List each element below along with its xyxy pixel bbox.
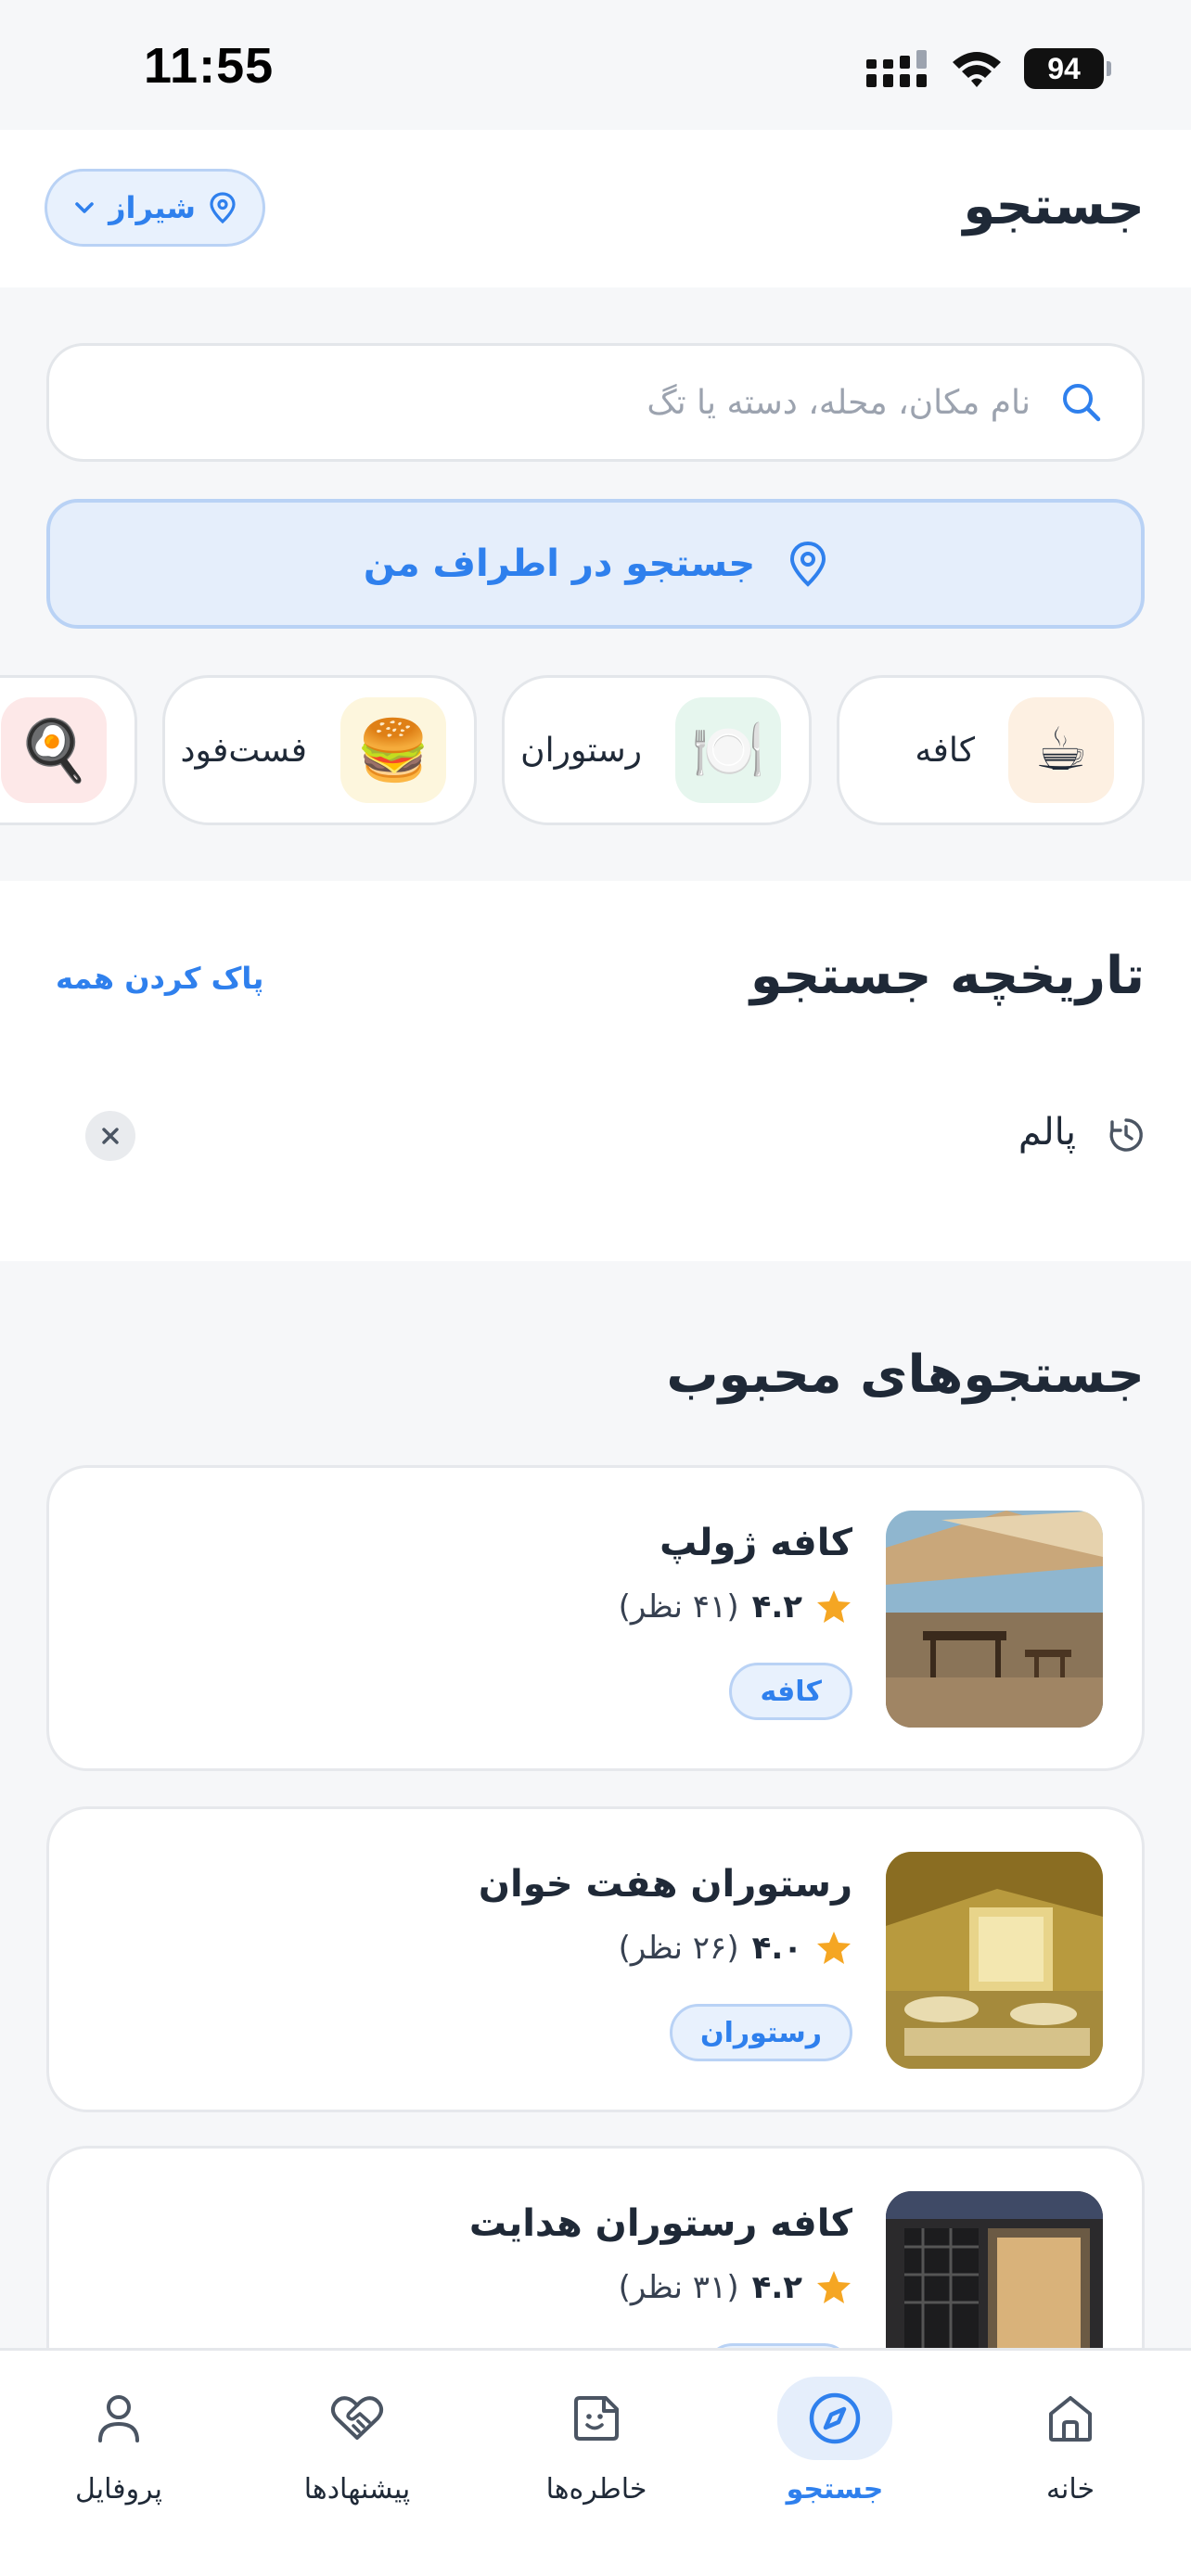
popular-searches-title: جستجوهای محبوب — [666, 1345, 1145, 1405]
cellular-signal-icon — [866, 50, 927, 87]
status-icons: 94 — [866, 45, 1111, 93]
screen: 11:55 94 جستجو شیراز نام مکان، محله، دست… — [0, 0, 1191, 2576]
sticker-icon — [574, 2396, 619, 2441]
nav-suggestions[interactable]: پیشنهادها — [264, 2377, 450, 2534]
history-item[interactable]: پالم — [0, 1089, 1191, 1181]
location-pin-icon — [790, 541, 826, 587]
user-icon — [98, 2395, 139, 2442]
city-selector[interactable]: شیراز — [45, 169, 265, 247]
plate-cutlery-icon: 🍽️ — [675, 697, 781, 803]
review-count: (۴۱ نظر) — [618, 1588, 739, 1626]
nav-memories[interactable]: خاطره‌ها — [504, 2377, 689, 2534]
battery-indicator: 94 — [1024, 48, 1111, 89]
place-rating: ۴.۲ (۴۱ نظر) — [619, 1588, 852, 1626]
location-pin-icon — [210, 192, 236, 223]
place-card[interactable]: رستوران هفت خوان ۴.۰ (۲۶ نظر) رستوران — [46, 1806, 1145, 2112]
compass-icon — [809, 2392, 861, 2444]
nav-search-label: جستجو — [786, 2473, 884, 2506]
star-icon — [817, 2271, 851, 2303]
burger-icon: 🍔 — [340, 697, 446, 803]
bottom-navigation: خانه جستجو خاطره‌ها — [0, 2348, 1191, 2576]
category-chip-breakfast[interactable]: 🍳 — [0, 675, 137, 825]
place-rating: ۴.۲ (۳۱ نظر) — [619, 2269, 852, 2306]
category-label: فست‌فود — [180, 731, 307, 770]
category-chip-cafe[interactable]: ☕ کافه — [837, 675, 1145, 825]
home-icon — [1049, 2396, 1092, 2442]
place-photo — [886, 1511, 1103, 1728]
chevron-down-icon — [75, 202, 94, 213]
wifi-icon — [953, 52, 1001, 87]
search-input[interactable] — [196, 383, 1031, 422]
place-name: کافه ژولپ — [660, 1522, 852, 1564]
history-item-text: پالم — [1018, 1111, 1076, 1154]
search-nearby-label: جستجو در اطراف من — [363, 542, 756, 585]
nav-home-label: خانه — [1045, 2473, 1095, 2506]
category-chip-fastfood[interactable]: 🍔 فست‌فود — [162, 675, 477, 825]
search-box[interactable] — [46, 343, 1145, 462]
frying-pan-egg-icon: 🍳 — [1, 697, 107, 803]
place-category-tag[interactable]: کافه — [729, 1663, 852, 1720]
category-label: کافه — [915, 731, 975, 770]
review-count: (۲۶ نظر) — [618, 1930, 739, 1967]
category-chip-restaurant[interactable]: 🍽️ رستوران — [502, 675, 812, 825]
rating-value: ۴.۲ — [751, 2269, 802, 2306]
remove-history-button[interactable] — [85, 1111, 135, 1161]
search-history: تاریخچه جستجو پاک کردن همه پالم — [0, 881, 1191, 1261]
place-card[interactable]: کافه ژولپ ۴.۲ (۴۱ نظر) کافه — [46, 1465, 1145, 1771]
star-icon — [817, 1932, 851, 1964]
coffee-cup-icon: ☕ — [1008, 697, 1114, 803]
star-icon — [817, 1590, 851, 1623]
page-title: جستجو — [963, 176, 1145, 236]
heart-handshake-icon — [330, 2396, 384, 2440]
nav-profile[interactable]: پروفایل — [26, 2377, 211, 2534]
search-icon — [1063, 384, 1101, 422]
status-time: 11:55 — [144, 38, 275, 94]
place-category-tag[interactable]: رستوران — [670, 2004, 852, 2061]
city-name: شیراز — [109, 190, 196, 225]
nav-memories-label: خاطره‌ها — [545, 2473, 647, 2506]
search-history-title: تاریخچه جستجو — [749, 946, 1145, 1006]
place-name: رستوران هفت خوان — [478, 1863, 852, 1906]
nav-profile-label: پروفایل — [75, 2473, 162, 2506]
review-count: (۳۱ نظر) — [618, 2269, 739, 2306]
close-icon — [102, 1128, 119, 1144]
search-nearby-button[interactable]: جستجو در اطراف من — [46, 499, 1145, 629]
nav-suggestions-label: پیشنهادها — [303, 2473, 411, 2506]
place-rating: ۴.۰ (۲۶ نظر) — [619, 1930, 852, 1967]
place-name: کافه رستوران هدایت — [468, 2202, 852, 2245]
nav-home[interactable]: خانه — [978, 2377, 1163, 2534]
nav-search[interactable]: جستجو — [742, 2377, 928, 2534]
rating-value: ۴.۲ — [751, 1588, 802, 1626]
place-photo — [886, 1852, 1103, 2069]
category-label: رستوران — [520, 731, 642, 770]
rating-value: ۴.۰ — [751, 1930, 802, 1967]
history-clock-icon — [1109, 1118, 1143, 1152]
header: جستجو شیراز — [0, 130, 1191, 287]
category-list[interactable]: ☕ کافه 🍽️ رستوران 🍔 فست‌فود 🍳 — [0, 675, 1191, 825]
clear-all-button[interactable]: پاک کردن همه — [56, 961, 263, 996]
status-bar: 11:55 94 — [0, 0, 1191, 130]
